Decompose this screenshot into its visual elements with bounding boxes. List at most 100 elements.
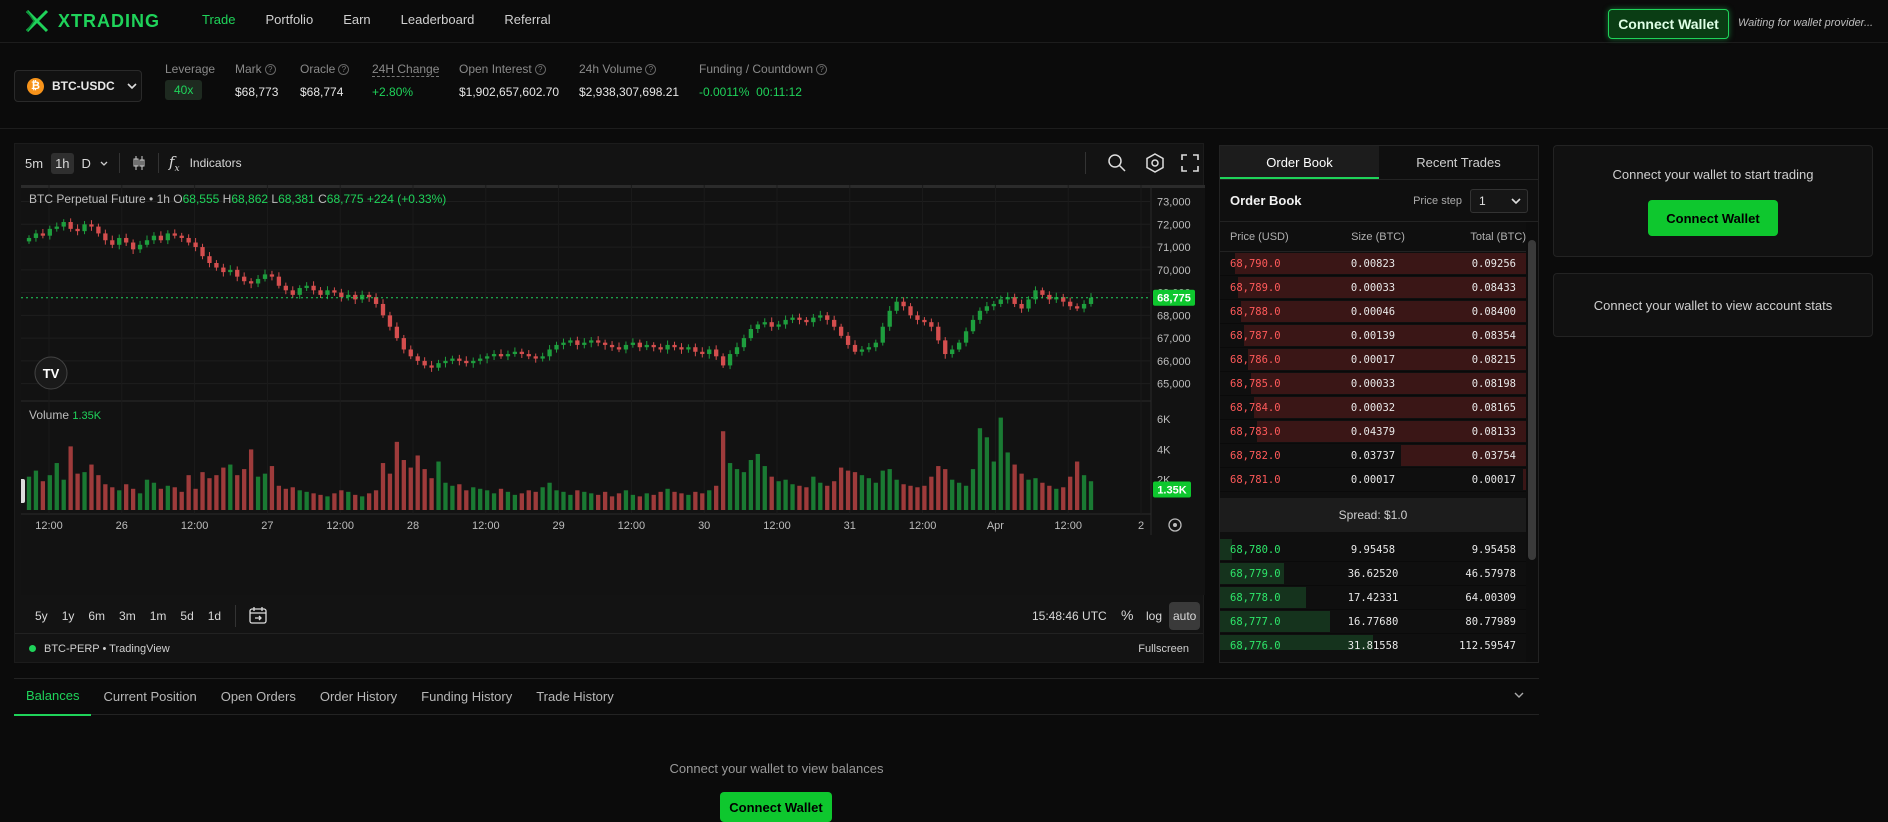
tf-1h[interactable]: 1h xyxy=(51,152,74,174)
chevron-down-icon[interactable] xyxy=(99,158,109,168)
bid-row[interactable]: 68,779.0 36.62520 46.57978 xyxy=(1220,562,1526,586)
volume-bar xyxy=(491,493,497,510)
tf-5m[interactable]: 5m xyxy=(21,153,47,174)
range-5d[interactable]: 5d xyxy=(180,609,193,623)
volume-bar xyxy=(193,488,198,510)
bid-row[interactable]: 68,776.0 31.81558 112.59547 xyxy=(1220,634,1526,650)
nav-earn[interactable]: Earn xyxy=(343,12,370,27)
indicators-icon[interactable]: fx xyxy=(169,153,180,174)
tf-d[interactable]: D xyxy=(78,153,95,174)
range-6m[interactable]: 6m xyxy=(88,609,105,623)
candle-body xyxy=(457,358,462,361)
candle-body xyxy=(380,303,386,316)
volume-bar xyxy=(540,487,545,510)
funding-rate: -0.0011% xyxy=(699,85,750,99)
candle-body xyxy=(248,281,254,284)
chart-range-bar: 5y 1y 6m 3m 1m 5d 1d 15:48:46 UTC % log … xyxy=(15,600,1203,632)
bid-row[interactable]: 68,778.0 17.42331 64.00309 xyxy=(1220,586,1526,610)
range-3m[interactable]: 3m xyxy=(119,609,136,623)
tab-current-position[interactable]: Current Position xyxy=(91,679,208,715)
account-stats-card: Connect your wallet to view account stat… xyxy=(1553,273,1873,337)
nav-leaderboard[interactable]: Leaderboard xyxy=(401,12,475,27)
ask-row[interactable]: 68,788.0 0.00046 0.08400 xyxy=(1220,300,1526,324)
ask-row[interactable]: 68,783.0 0.04379 0.08133 xyxy=(1220,420,1526,444)
fullscreen-icon[interactable] xyxy=(1181,154,1199,172)
volume-bar xyxy=(207,478,212,510)
info-icon[interactable]: ? xyxy=(338,64,350,75)
collapse-chevron-icon[interactable] xyxy=(1513,689,1525,701)
bid-row[interactable]: 68,777.0 16.77680 80.77989 xyxy=(1220,610,1526,634)
tab-recent-trades[interactable]: Recent Trades xyxy=(1379,146,1538,179)
volume-bar xyxy=(582,491,587,510)
volume-bar xyxy=(963,485,969,510)
volume-bar xyxy=(235,475,240,510)
brand-logo[interactable]: XTRADING xyxy=(24,8,160,34)
indicators-button[interactable]: Indicators xyxy=(190,156,242,170)
settings-icon[interactable] xyxy=(1145,153,1165,173)
info-icon[interactable]: ? xyxy=(816,64,828,75)
order-book-scrollbar[interactable] xyxy=(1526,222,1538,662)
candle-type-icon[interactable] xyxy=(130,154,148,172)
tab-trade-history[interactable]: Trade History xyxy=(524,679,626,715)
ask-row[interactable]: 68,790.0 0.00823 0.09256 xyxy=(1220,252,1526,276)
tab-balances[interactable]: Balances xyxy=(14,678,92,716)
nav-referral[interactable]: Referral xyxy=(504,12,550,27)
log-toggle[interactable]: log xyxy=(1146,609,1162,623)
ask-row[interactable]: 68,781.0 0.00017 0.00017 xyxy=(1220,468,1526,492)
live-dot xyxy=(29,645,36,652)
ask-row[interactable]: 68,789.0 0.00033 0.08433 xyxy=(1220,276,1526,300)
auto-toggle[interactable]: auto xyxy=(1169,602,1201,630)
order-total: 0.08400 xyxy=(1471,305,1516,318)
fullscreen-link[interactable]: Fullscreen xyxy=(1138,643,1189,655)
nav-trade[interactable]: Trade xyxy=(202,12,235,27)
volume-bar xyxy=(54,463,59,510)
ask-row[interactable]: 68,782.0 0.03737 0.03754 xyxy=(1220,444,1526,468)
candle-body xyxy=(82,224,87,232)
candle-body xyxy=(769,322,774,327)
trade-connect-wallet-button[interactable]: Connect Wallet xyxy=(1648,200,1778,236)
range-1y[interactable]: 1y xyxy=(62,609,75,623)
candle-body xyxy=(40,233,46,236)
info-icon[interactable]: ? xyxy=(264,64,276,75)
volume-bar xyxy=(304,491,309,510)
info-icon[interactable]: ? xyxy=(534,64,546,75)
ask-row[interactable]: 68,784.0 0.00032 0.08165 xyxy=(1220,396,1526,420)
candle-body xyxy=(1088,297,1094,304)
volume-bar xyxy=(700,493,705,510)
tab-open-orders[interactable]: Open Orders xyxy=(209,679,308,715)
range-1d[interactable]: 1d xyxy=(208,609,221,623)
bid-row[interactable]: 68,780.0 9.95458 9.95458 xyxy=(1220,538,1526,562)
nav-portfolio[interactable]: Portfolio xyxy=(265,12,313,27)
order-total: 46.57978 xyxy=(1465,567,1516,580)
bids-list: 68,780.0 9.95458 9.95458 68,779.0 36.62520 46… xyxy=(1220,538,1526,650)
header-connect-wallet-button[interactable]: Connect Wallet xyxy=(1608,9,1729,39)
range-5y[interactable]: 5y xyxy=(35,609,48,623)
scroll-thumb[interactable] xyxy=(1528,240,1536,560)
order-price: 68,781.0 xyxy=(1230,473,1281,486)
candle-body xyxy=(762,322,767,325)
range-1m[interactable]: 1m xyxy=(150,609,167,623)
info-icon[interactable]: ? xyxy=(645,64,657,75)
candlestick-chart[interactable]: 73,00072,00071,00070,00069,00068,00067,0… xyxy=(21,185,1205,595)
candle-body xyxy=(915,315,920,320)
candle-body xyxy=(33,233,39,238)
percent-toggle[interactable]: % xyxy=(1121,607,1133,623)
volume-bar xyxy=(977,428,983,510)
candle-body xyxy=(963,331,969,343)
ask-row[interactable]: 68,785.0 0.00033 0.08198 xyxy=(1220,372,1526,396)
tab-order-history[interactable]: Order History xyxy=(308,679,409,715)
price-step-select[interactable]: 1 xyxy=(1470,188,1528,213)
x-tick-label: 30 xyxy=(698,520,710,532)
tab-funding-history[interactable]: Funding History xyxy=(409,679,524,715)
ask-row[interactable]: 68,787.0 0.00139 0.08354 xyxy=(1220,324,1526,348)
market-selector[interactable]: ₿ BTC-USDC xyxy=(14,70,142,102)
volume-bar xyxy=(1019,473,1024,510)
ask-row[interactable]: 68,786.0 0.00017 0.08215 xyxy=(1220,348,1526,372)
left-panel-toggle[interactable] xyxy=(21,479,25,503)
calendar-goto-icon[interactable] xyxy=(248,606,268,626)
order-total: 0.08354 xyxy=(1471,329,1516,342)
zoom-search-icon[interactable] xyxy=(1107,153,1127,173)
volume-bar xyxy=(970,469,976,510)
tab-order-book[interactable]: Order Book xyxy=(1220,146,1379,179)
trade-card-message: Connect your wallet to start trading xyxy=(1612,167,1814,182)
